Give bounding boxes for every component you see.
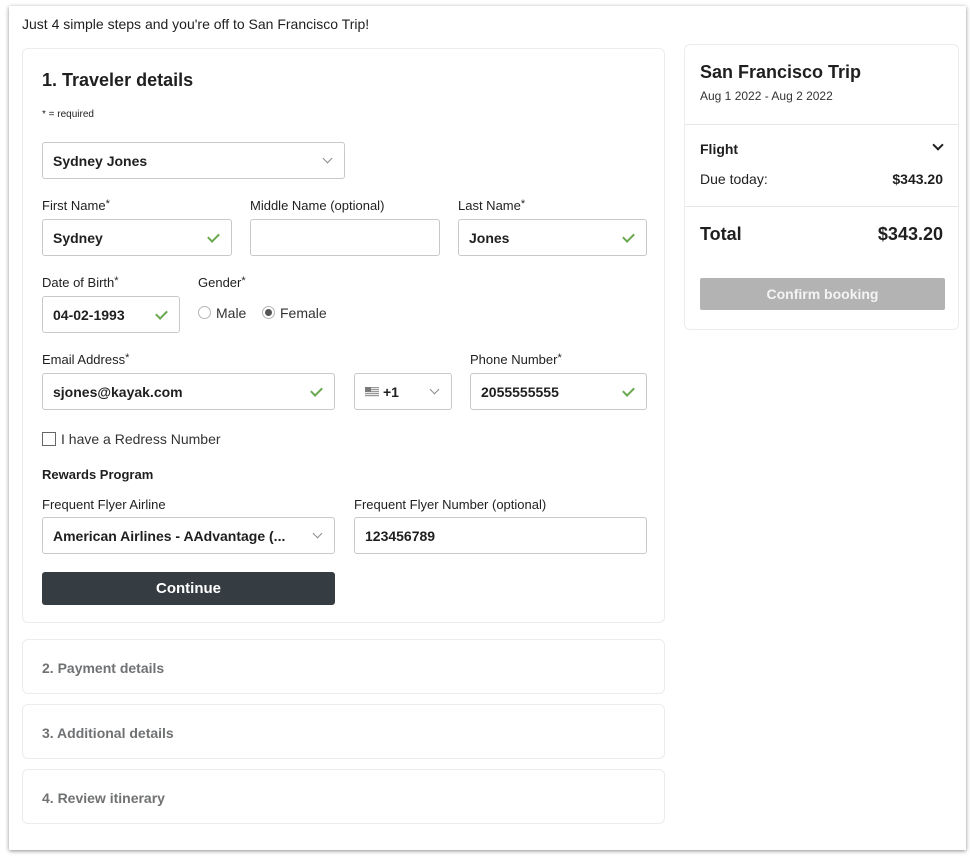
- trip-title: San Francisco Trip: [700, 62, 862, 82]
- required-note: * = required: [42, 109, 94, 120]
- gender-label: Gender*: [198, 275, 246, 290]
- chevron-down-icon: [312, 528, 323, 539]
- traveler-section-title: 1. Traveler details: [42, 70, 194, 90]
- due-today-label: Due today:: [700, 171, 768, 187]
- check-icon: [622, 229, 635, 243]
- gender-male-label[interactable]: Male: [216, 305, 246, 321]
- chevron-down-icon: [429, 384, 440, 395]
- phone-label: Phone Number*: [470, 352, 562, 367]
- ff-number-value: 123456789: [365, 527, 436, 544]
- gender-female-radio[interactable]: [262, 306, 275, 319]
- rewards-heading: Rewards Program: [42, 467, 154, 482]
- middle-name-field[interactable]: [250, 219, 440, 256]
- dob-value: 04-02-1993: [53, 306, 125, 323]
- total-label: Total: [700, 224, 742, 244]
- ff-number-field[interactable]: 123456789: [354, 517, 647, 554]
- ff-number-label: Frequent Flyer Number (optional): [354, 497, 547, 512]
- dob-field[interactable]: 04-02-1993: [42, 296, 180, 333]
- trip-summary-card: San Francisco Trip Aug 1 2022 - Aug 2 20…: [684, 44, 959, 330]
- step-additional-details[interactable]: 3. Additional details: [22, 704, 665, 759]
- trip-dates: Aug 1 2022 - Aug 2 2022: [700, 89, 833, 103]
- chevron-down-icon[interactable]: [932, 139, 944, 151]
- middle-name-label: Middle Name (optional): [250, 198, 385, 213]
- gender-female-label[interactable]: Female: [280, 305, 327, 321]
- flight-label[interactable]: Flight: [700, 141, 738, 157]
- redress-label[interactable]: I have a Redress Number: [61, 431, 221, 447]
- chevron-down-icon: [322, 153, 333, 164]
- email-value: sjones@kayak.com: [53, 383, 183, 400]
- intro-text: Just 4 simple steps and you're off to Sa…: [22, 16, 370, 32]
- step-additional-title: 3. Additional details: [42, 725, 174, 741]
- last-name-field[interactable]: Jones: [458, 219, 647, 256]
- phone-value: 2055555555: [481, 383, 559, 400]
- ff-airline-label: Frequent Flyer Airline: [42, 497, 166, 512]
- divider: [685, 206, 958, 207]
- phone-field[interactable]: 2055555555: [470, 373, 647, 410]
- step-payment-details[interactable]: 2. Payment details: [22, 639, 665, 694]
- first-name-value: Sydney: [53, 229, 103, 246]
- step-payment-title: 2. Payment details: [42, 660, 165, 676]
- confirm-booking-button[interactable]: Confirm booking: [700, 278, 945, 310]
- dob-label: Date of Birth*: [42, 275, 119, 290]
- check-icon: [622, 383, 635, 397]
- step-review-title: 4. Review itinerary: [42, 790, 165, 806]
- check-icon: [310, 383, 323, 397]
- check-icon: [155, 306, 168, 320]
- continue-button[interactable]: Continue: [42, 572, 335, 605]
- divider: [685, 124, 958, 125]
- traveler-select-value: Sydney Jones: [53, 152, 148, 169]
- email-field[interactable]: sjones@kayak.com: [42, 373, 335, 410]
- due-today-value: $343.20: [892, 171, 943, 187]
- first-name-field[interactable]: Sydney: [42, 219, 232, 256]
- email-label: Email Address*: [42, 352, 130, 367]
- redress-checkbox[interactable]: [42, 432, 56, 446]
- ff-airline-select[interactable]: American Airlines - AAdvantage (...: [42, 517, 335, 554]
- check-icon: [207, 229, 220, 243]
- us-flag-icon: [365, 386, 379, 397]
- country-code-select[interactable]: +1: [354, 373, 452, 410]
- last-name-label: Last Name*: [458, 198, 526, 213]
- first-name-label: First Name*: [42, 198, 110, 213]
- ff-airline-value: American Airlines - AAdvantage (...: [53, 527, 286, 544]
- traveler-details-card: 1. Traveler details * = required Sydney …: [22, 48, 665, 623]
- step-review-itinerary[interactable]: 4. Review itinerary: [22, 769, 665, 824]
- last-name-value: Jones: [469, 229, 510, 246]
- gender-male-radio[interactable]: [198, 306, 211, 319]
- total-value: $343.20: [877, 224, 943, 244]
- country-code-value: +1: [383, 383, 399, 400]
- traveler-select[interactable]: Sydney Jones: [42, 142, 345, 179]
